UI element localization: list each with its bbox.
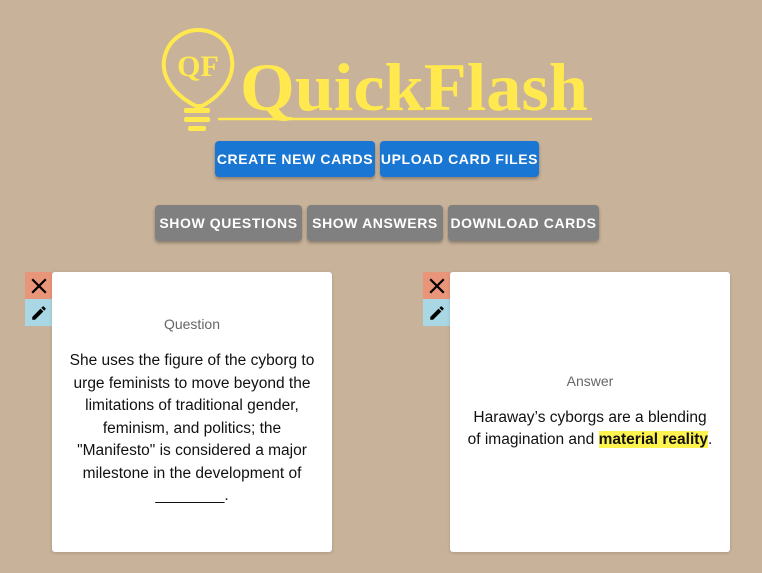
logo-wordmark: QuickFlash <box>240 49 588 125</box>
show-questions-button[interactable]: SHOW QUESTIONS <box>155 205 302 241</box>
delete-card-button-2[interactable] <box>423 272 450 299</box>
close-icon <box>428 277 445 294</box>
highlighted-term: material reality <box>598 431 709 448</box>
logo-monogram: QF <box>177 50 219 83</box>
edit-card-button-1[interactable] <box>25 299 52 326</box>
download-cards-button[interactable]: DOWNLOAD CARDS <box>448 205 599 241</box>
show-answers-button[interactable]: SHOW ANSWERS <box>307 205 443 241</box>
card-side-label: Question <box>163 316 221 333</box>
card-text: She uses the figure of the cyborg to urg… <box>69 352 315 505</box>
pencil-icon <box>429 305 444 320</box>
close-icon <box>30 277 47 294</box>
edit-card-button-2[interactable] <box>423 299 450 326</box>
flashcard-answer[interactable]: Answer Haraway’s cyborgs are a blending … <box>450 272 730 552</box>
upload-card-files-button[interactable]: UPLOAD CARD FILES <box>380 141 539 177</box>
create-new-cards-button[interactable]: CREATE NEW CARDS <box>215 141 375 177</box>
quickflash-logo: QF QuickFlash <box>158 28 598 138</box>
flashcard-question[interactable]: Question She uses the figure of the cybo… <box>52 272 332 552</box>
pencil-icon <box>31 305 46 320</box>
card-side-label: Answer <box>566 372 614 389</box>
answer-text-after: . <box>708 431 713 448</box>
card-text: Haraway’s cyborgs are a blending of imag… <box>466 407 714 452</box>
delete-card-button-1[interactable] <box>25 272 52 299</box>
